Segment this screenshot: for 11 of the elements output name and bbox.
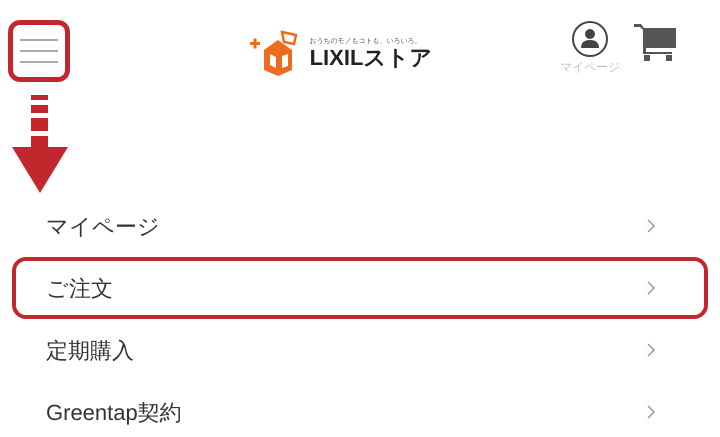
user-icon [571,20,609,58]
chevron-right-icon [646,342,656,358]
logo-text: LIXILストア [310,46,432,70]
chevron-right-icon [646,280,656,296]
menu-item[interactable]: ご注文 [12,257,708,319]
menu-item[interactable]: Greentap契約 [12,381,708,437]
chevron-right-icon [646,218,656,234]
chevron-right-icon [646,404,656,420]
menu-item[interactable]: マイページ [12,195,708,257]
menu-item[interactable]: 定期購入 [12,319,708,381]
menu-button[interactable] [8,20,70,82]
